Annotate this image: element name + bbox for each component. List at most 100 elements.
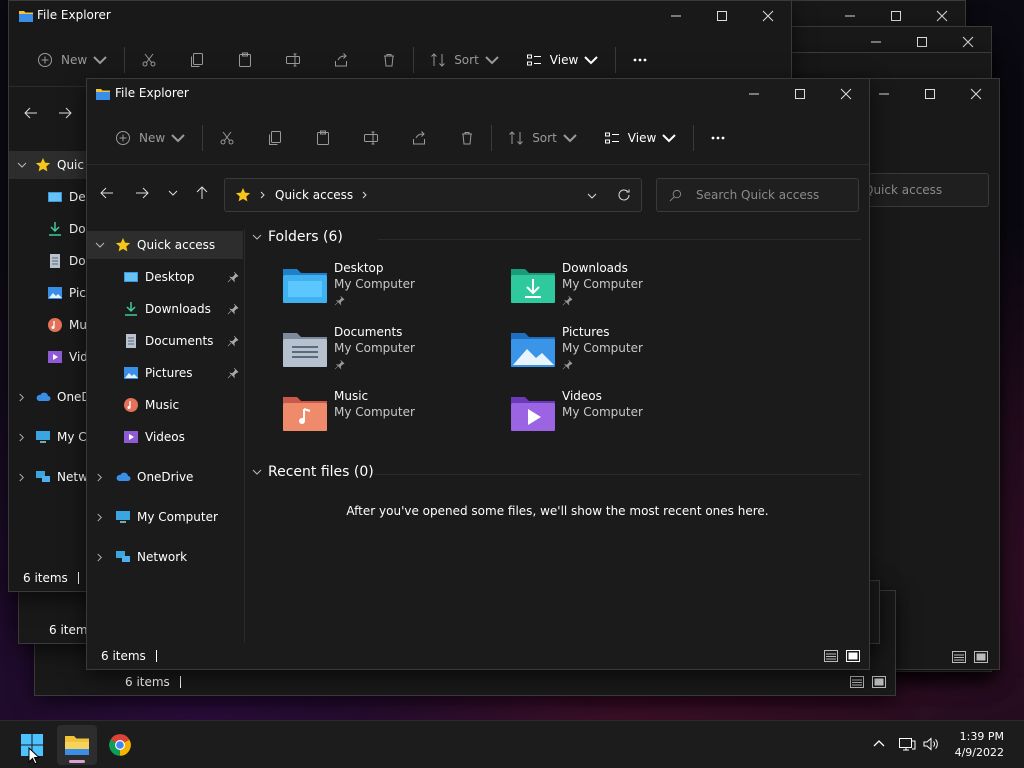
delete-button[interactable] (373, 44, 405, 76)
new-button[interactable]: New (107, 122, 194, 154)
tiles-view-icon[interactable] (845, 648, 861, 664)
sidebar-item-quick-access[interactable]: Quick access (87, 231, 243, 259)
up-button[interactable] (190, 181, 214, 205)
more-options-button[interactable] (624, 44, 656, 76)
folder-tile-documents[interactable]: Documents My Computer (282, 325, 502, 381)
sidebar-item-videos[interactable]: Videos (87, 423, 243, 451)
copy-button[interactable] (259, 122, 291, 154)
sidebar-item-network[interactable]: Network (87, 543, 243, 571)
folder-tile-music[interactable]: Music My Computer (282, 389, 502, 445)
address-history-dropdown[interactable] (587, 191, 597, 201)
search-box[interactable]: Search Quick access (656, 178, 859, 212)
paste-button[interactable] (229, 44, 261, 76)
folders-section-header[interactable]: Folders (6) (252, 229, 343, 245)
more-options-button[interactable] (702, 122, 734, 154)
copy-button[interactable] (181, 44, 213, 76)
chevron-down-icon[interactable] (95, 240, 105, 250)
folder-tile-downloads[interactable]: Downloads My Computer (510, 261, 730, 317)
forward-button[interactable] (53, 101, 77, 125)
volume-icon[interactable] (922, 735, 940, 753)
details-view-icon[interactable] (823, 648, 839, 664)
separator (202, 124, 204, 151)
cut-button[interactable] (211, 122, 243, 154)
sidebar-item-onedrive[interactable]: OneDrive (87, 463, 243, 491)
delete-button[interactable] (451, 122, 483, 154)
refresh-icon[interactable] (617, 188, 631, 202)
document-icon (47, 253, 63, 269)
recent-locations-button[interactable] (161, 181, 185, 205)
explorer-window-main[interactable]: File Explorer New Sort View Quick access… (86, 78, 870, 670)
details-view-icon[interactable] (849, 674, 865, 690)
taskbar-chrome[interactable] (100, 725, 140, 765)
cut-button[interactable] (133, 44, 165, 76)
sidebar-item-label: My C (57, 430, 87, 444)
sidebar-item-desktop[interactable]: Desktop (87, 263, 243, 291)
chevron-right-icon[interactable] (361, 191, 369, 199)
maximize-button[interactable] (699, 1, 745, 31)
sidebar-item-pictures[interactable]: Pictures (87, 359, 243, 387)
address-bar[interactable]: Quick access (224, 178, 642, 212)
sidebar-item-label: Videos (145, 430, 185, 444)
sidebar-item-quick-access[interactable]: Quic (9, 151, 89, 179)
search-box[interactable]: Quick access (849, 173, 989, 207)
folder-tile-pictures[interactable]: Pictures My Computer (510, 325, 730, 381)
maximize-button[interactable] (777, 79, 823, 109)
tiles-view-icon[interactable] (973, 649, 989, 665)
folder-name: Pictures (562, 325, 610, 339)
network-icon[interactable] (898, 735, 916, 753)
maximize-button[interactable] (907, 79, 953, 109)
sidebar-item-downloads[interactable]: Downloads (87, 295, 243, 323)
desktop-folder-icon (283, 269, 327, 303)
divider (374, 474, 861, 475)
sidebar-item-music[interactable]: Music (87, 391, 243, 419)
trash-icon (462, 131, 473, 144)
clock-time: 1:39 PM (959, 730, 1004, 743)
share-button[interactable] (403, 122, 435, 154)
share-button[interactable] (325, 44, 357, 76)
chevron-right-icon[interactable] (95, 553, 104, 562)
rename-button[interactable] (355, 122, 387, 154)
minimize-button[interactable] (731, 79, 777, 109)
chevron-right-icon[interactable] (95, 473, 104, 482)
back-button[interactable] (95, 181, 119, 205)
pin-icon (227, 335, 239, 347)
new-label: New (139, 130, 166, 145)
close-button[interactable] (745, 1, 791, 31)
title-bar[interactable]: File Explorer (9, 1, 791, 31)
chevron-up-icon[interactable] (870, 735, 888, 753)
view-button[interactable]: View (518, 44, 607, 76)
title-bar[interactable]: File Explorer (87, 79, 869, 109)
item-count: 6 items (125, 675, 170, 689)
chevron-right-icon[interactable] (95, 513, 104, 522)
start-button[interactable] (12, 725, 52, 765)
sort-label: Sort (532, 130, 557, 145)
clock[interactable]: 1:39 PM 4/9/2022 (955, 729, 1004, 761)
rename-button[interactable] (277, 44, 309, 76)
folder-tile-desktop[interactable]: Desktop My Computer (282, 261, 502, 317)
taskbar-file-explorer[interactable] (57, 725, 97, 765)
pin-icon (334, 295, 345, 306)
tiles-view-icon[interactable] (871, 674, 887, 690)
chevron-down-icon (252, 469, 262, 475)
close-button[interactable] (823, 79, 869, 109)
back-button[interactable] (19, 101, 43, 125)
sidebar-item-documents[interactable]: Documents (87, 327, 243, 355)
separator (491, 124, 493, 151)
paste-button[interactable] (307, 122, 339, 154)
new-button[interactable]: New (29, 44, 116, 76)
forward-button[interactable] (130, 181, 154, 205)
picture-icon (47, 285, 63, 301)
close-button[interactable] (953, 79, 999, 109)
pin-icon (334, 359, 345, 370)
view-button[interactable]: View (596, 122, 685, 154)
sidebar-item-my-computer[interactable]: My Computer (87, 503, 243, 531)
copy-icon (269, 130, 282, 145)
content-pane: Folders (6) Desktop My Computer Download… (246, 229, 869, 643)
minimize-button[interactable] (653, 1, 699, 31)
folder-tile-videos[interactable]: Videos My Computer (510, 389, 730, 445)
details-view-icon[interactable] (951, 649, 967, 665)
sort-button[interactable]: Sort (422, 44, 508, 76)
breadcrumb-quick-access[interactable]: Quick access (275, 188, 353, 202)
recent-section-header[interactable]: Recent files (0) (252, 464, 374, 480)
sort-button[interactable]: Sort (500, 122, 586, 154)
